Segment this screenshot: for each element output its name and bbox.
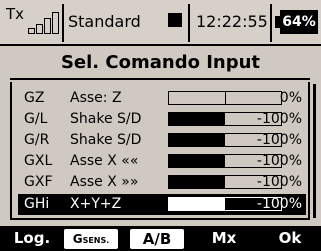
input-code: G/L <box>24 111 48 127</box>
input-name: Asse X «« <box>70 153 139 169</box>
g-sens-sub-label: SENS. <box>82 236 110 245</box>
log-button[interactable]: Log. <box>4 226 60 251</box>
status-divider <box>188 4 190 42</box>
input-name: X+Y+Z <box>70 196 122 212</box>
value-bar-fill <box>169 134 225 146</box>
input-name: Asse X »» <box>70 174 139 190</box>
list-item[interactable]: GXL Asse X «« -100% <box>18 151 306 172</box>
clock: 12:22:55 <box>196 12 268 31</box>
signal-bars-icon <box>28 12 62 34</box>
input-code: GXF <box>24 174 53 190</box>
center-tick <box>225 92 226 104</box>
value-bar-fill <box>169 176 225 188</box>
title-divider <box>10 78 310 80</box>
value-bar-fill <box>169 113 225 125</box>
input-value: -100% <box>256 196 302 212</box>
scrollbar[interactable] <box>313 84 316 218</box>
input-value: -100% <box>256 153 302 169</box>
record-icon <box>168 13 182 27</box>
model-name: Standard <box>68 12 141 31</box>
input-code: GZ <box>24 90 45 106</box>
transmitter-signal: Tx <box>4 4 64 42</box>
list-item[interactable]: GXF Asse X »» -100% <box>18 172 306 193</box>
input-name: Shake S/D <box>70 132 142 148</box>
list-item[interactable]: GZ Asse: Z 0% <box>18 88 306 109</box>
status-divider <box>270 4 272 42</box>
value-bar <box>168 91 282 105</box>
g-sens-label: G <box>72 232 83 246</box>
list-item[interactable]: G/L Shake S/D -100% <box>18 109 306 130</box>
battery-icon: 64% <box>275 10 318 34</box>
input-code: G/R <box>24 132 50 148</box>
value-bar-fill <box>169 155 225 167</box>
g-sens-button[interactable]: GSENS. <box>64 229 118 249</box>
value-bar-fill <box>169 198 225 210</box>
ok-button[interactable]: Ok <box>262 226 318 251</box>
input-value: -100% <box>256 174 302 190</box>
input-name: Shake S/D <box>70 111 142 127</box>
battery-level: 64% <box>282 14 316 30</box>
input-name: Asse: Z <box>70 90 122 106</box>
list-item[interactable]: G/R Shake S/D -100% <box>18 130 306 151</box>
mx-button[interactable]: Mx <box>196 226 252 251</box>
input-value: 0% <box>279 90 302 106</box>
tx-label: Tx <box>6 5 25 23</box>
ab-swap-button[interactable]: A∕B <box>130 229 184 249</box>
input-code: GHi <box>24 196 50 212</box>
screen: Tx Standard 12:22:55 64% Sel. Comando In… <box>0 0 321 251</box>
input-value: -100% <box>256 132 302 148</box>
input-value: -100% <box>256 111 302 127</box>
page-title: Sel. Comando Input <box>60 52 261 73</box>
input-code: GXL <box>24 153 53 169</box>
softkey-bar: Log. GSENS. A∕B Mx Ok <box>0 226 321 251</box>
status-bar: Tx Standard 12:22:55 64% <box>0 0 321 46</box>
input-list: GZ Asse: Z 0% G/L Shake S/D -100% G/R Sh… <box>10 82 310 220</box>
list-item-selected[interactable]: GHi X+Y+Z -100% <box>18 194 306 215</box>
